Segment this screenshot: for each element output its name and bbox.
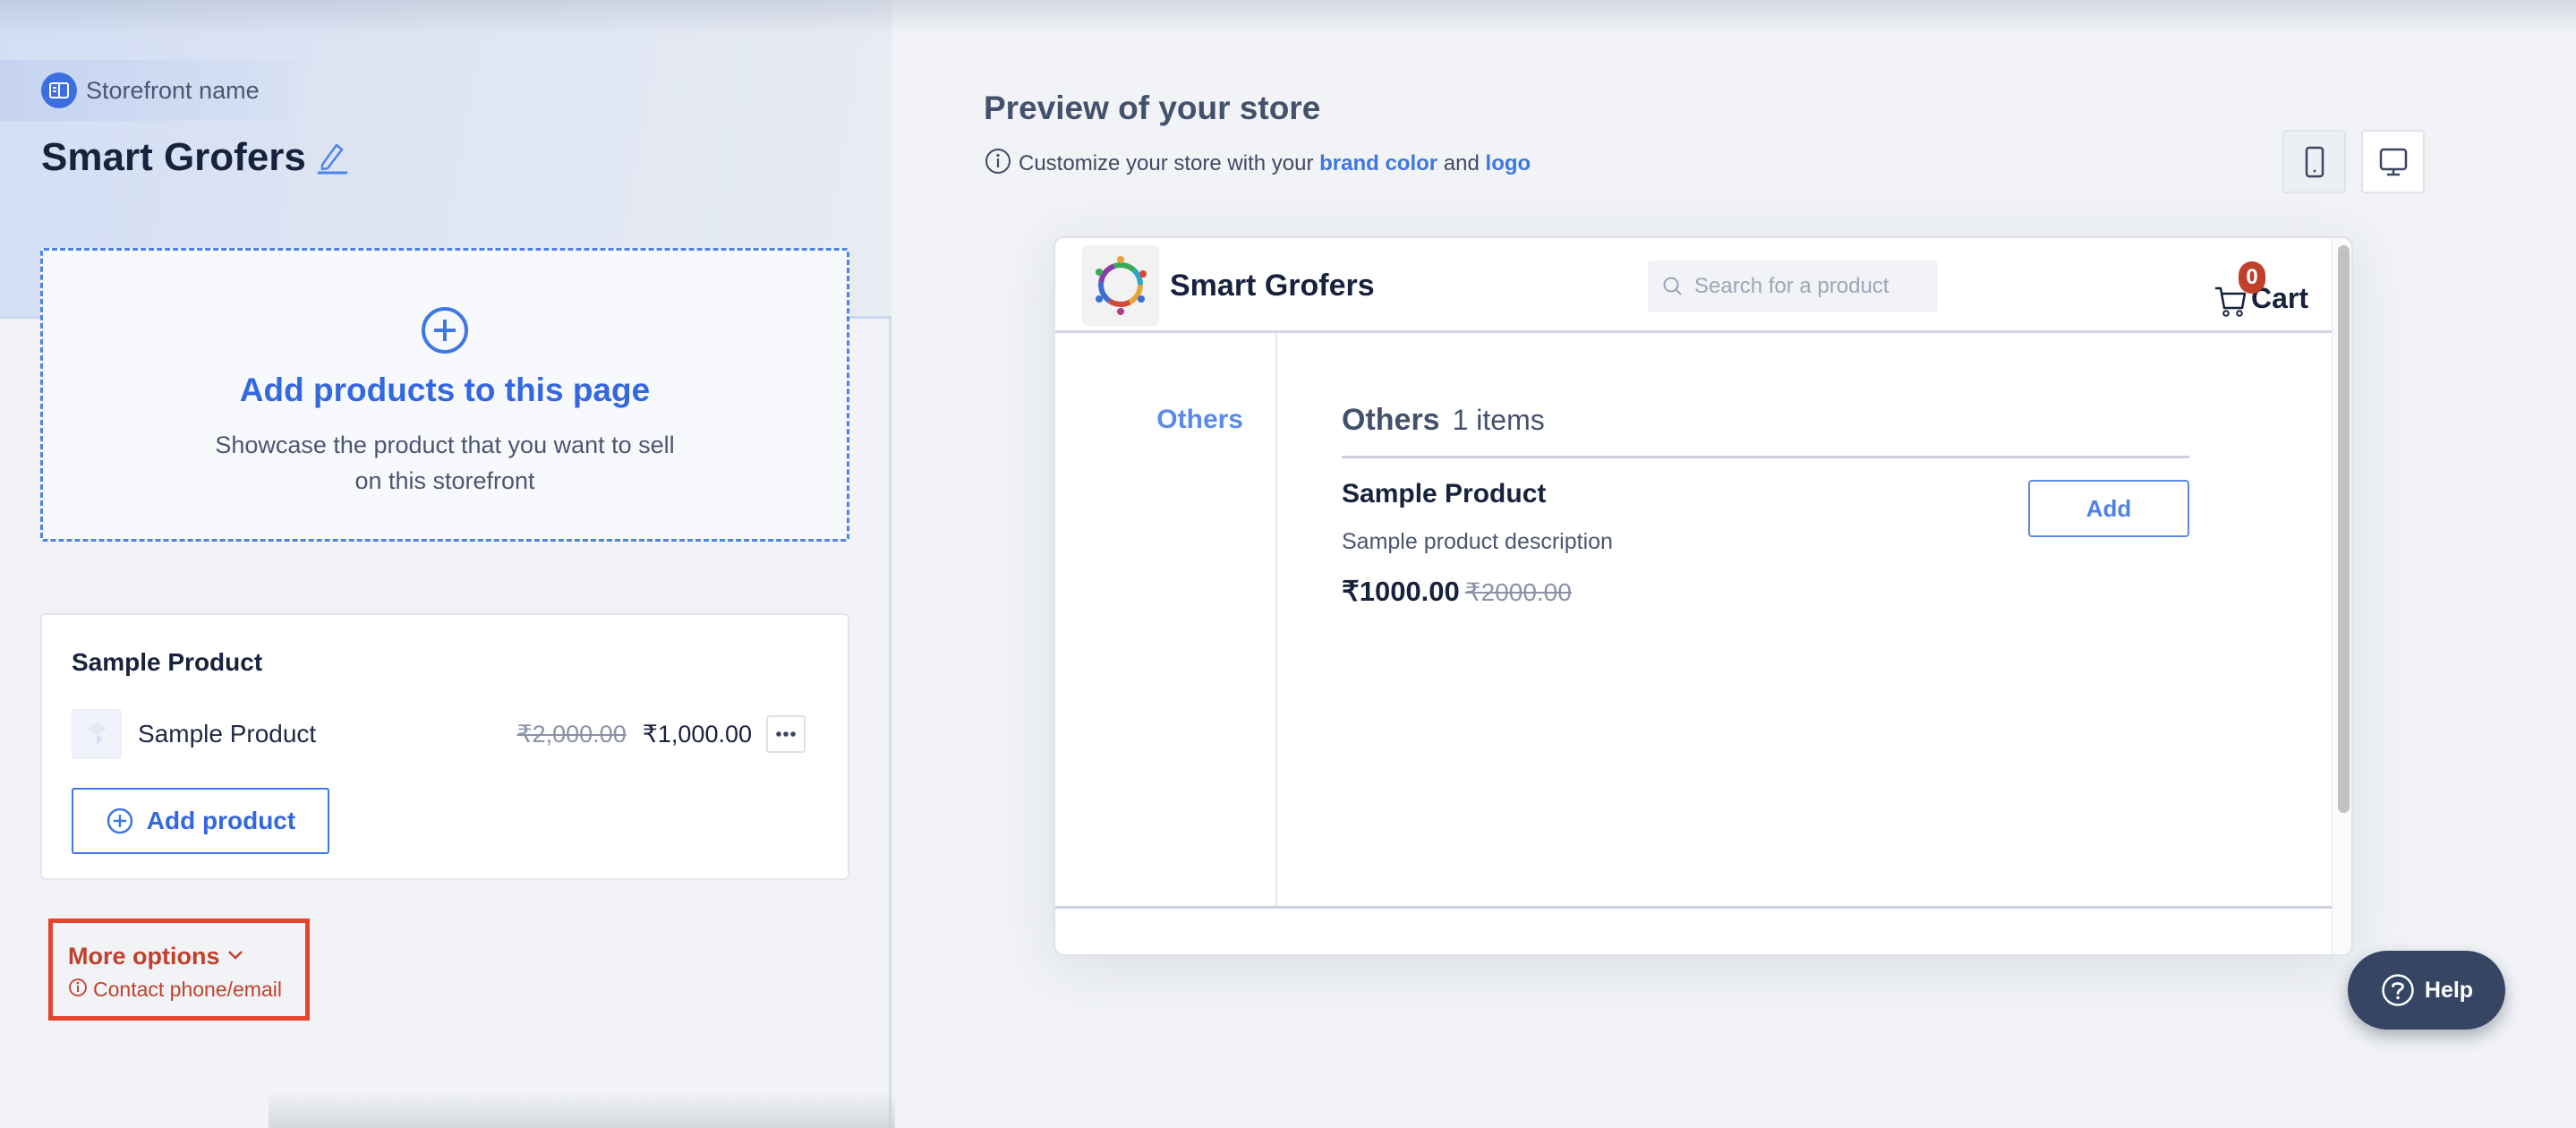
dropzone-subtitle: Showcase the product that you want to se… bbox=[215, 432, 675, 494]
preview-price-row: ₹1000.00 ₹2000.00 bbox=[1342, 576, 1572, 608]
edit-pencil-icon[interactable] bbox=[315, 140, 349, 180]
product-group-title: Sample Product bbox=[72, 648, 263, 676]
brand-color-link[interactable]: brand color bbox=[1319, 151, 1437, 175]
mobile-view-button[interactable] bbox=[2282, 130, 2346, 193]
storefront-icon bbox=[41, 73, 77, 108]
add-circle-icon bbox=[421, 306, 469, 359]
ellipsis-icon bbox=[776, 731, 796, 737]
storefront-label-row: Storefront name bbox=[0, 60, 295, 121]
help-question-icon bbox=[2382, 974, 2414, 1006]
logo-link[interactable]: logo bbox=[1486, 151, 1531, 175]
category-name: Others bbox=[1342, 403, 1440, 437]
subtitle-prefix: Customize your store with your bbox=[1019, 150, 1320, 175]
contact-warning-text: Contact phone/email bbox=[93, 978, 282, 1001]
plus-circle-icon bbox=[107, 808, 133, 834]
product-price: ₹1,000.00 bbox=[642, 720, 752, 748]
preview-product-description: Sample product description bbox=[1342, 529, 1613, 554]
preview-category-sidebar: Others bbox=[1055, 333, 1277, 906]
preview-header: Smart Grofers 0 Cart bbox=[1055, 238, 2332, 333]
preview-store-name: Smart Grofers bbox=[1170, 269, 1375, 303]
product-name: Sample Product bbox=[138, 720, 317, 748]
category-link-others[interactable]: Others bbox=[1156, 405, 1243, 435]
product-thumbnail bbox=[72, 709, 122, 759]
product-more-button[interactable] bbox=[766, 715, 806, 753]
store-title-row: Smart Grofers bbox=[41, 134, 349, 180]
cart-count-badge: 0 bbox=[2239, 261, 2265, 294]
preview-add-to-cart-button[interactable]: Add bbox=[2028, 480, 2189, 537]
preview-content: Others 1 items Sample Product Sample pro… bbox=[1342, 333, 2237, 906]
product-list-item: Sample Product ₹2,000.00 ₹1,000.00 bbox=[72, 708, 806, 760]
info-icon bbox=[985, 148, 1011, 179]
more-options-toggle[interactable]: More options bbox=[68, 943, 305, 970]
preview-cart[interactable]: 0 Cart bbox=[2213, 261, 2308, 319]
preview-product-original-price: ₹2000.00 bbox=[1464, 578, 1572, 606]
preview-subtitle-text: Customize your store with your brand col… bbox=[1019, 151, 1531, 176]
desktop-monitor-icon bbox=[2379, 148, 2407, 175]
preview-subtitle: Customize your store with your brand col… bbox=[985, 148, 1531, 179]
product-group-card: Sample Product Sample Product ₹2,000.00 … bbox=[40, 613, 849, 880]
storefront-label: Storefront name bbox=[86, 76, 260, 104]
dropzone-title: Add products to this page bbox=[239, 372, 651, 408]
preview-scroll-thumb[interactable] bbox=[2338, 245, 2350, 813]
category-heading: Others 1 items bbox=[1342, 403, 2189, 458]
add-product-label: Add product bbox=[146, 807, 296, 834]
help-button[interactable]: Help bbox=[2348, 951, 2505, 1030]
contact-warning: Contact phone/email bbox=[68, 978, 305, 1002]
preview-product-name: Sample Product bbox=[1342, 479, 1547, 508]
preview-search-box[interactable] bbox=[1648, 261, 1938, 312]
preview-search-input[interactable] bbox=[1694, 274, 1936, 299]
editor-panel: Storefront name Smart Grofers Add produc… bbox=[0, 0, 891, 1128]
more-options-label: More options bbox=[68, 943, 220, 970]
store-preview: Smart Grofers 0 Cart Others Others 1 ite… bbox=[1053, 236, 2353, 956]
product-original-price: ₹2,000.00 bbox=[516, 720, 627, 748]
store-name-title: Smart Grofers bbox=[41, 134, 306, 179]
category-item-count: 1 items bbox=[1452, 404, 1545, 436]
preview-scrollbar[interactable] bbox=[2332, 238, 2351, 954]
more-options-section: More options Contact phone/email bbox=[48, 919, 310, 1021]
store-logo bbox=[1082, 245, 1159, 326]
preview-title: Preview of your store bbox=[984, 90, 1321, 126]
desktop-view-button[interactable] bbox=[2361, 130, 2425, 193]
help-label: Help bbox=[2424, 977, 2474, 1003]
subtitle-mid: and bbox=[1437, 150, 1486, 175]
preview-product-price: ₹1000.00 bbox=[1342, 576, 1460, 607]
info-icon bbox=[68, 978, 88, 1002]
preview-footer-divider bbox=[1055, 906, 2332, 909]
add-product-button[interactable]: Add product bbox=[72, 788, 329, 854]
search-icon bbox=[1663, 277, 1682, 295]
add-products-dropzone[interactable]: Add products to this page Showcase the p… bbox=[40, 248, 849, 542]
chevron-down-icon bbox=[227, 949, 243, 965]
mobile-icon bbox=[2305, 146, 2324, 177]
